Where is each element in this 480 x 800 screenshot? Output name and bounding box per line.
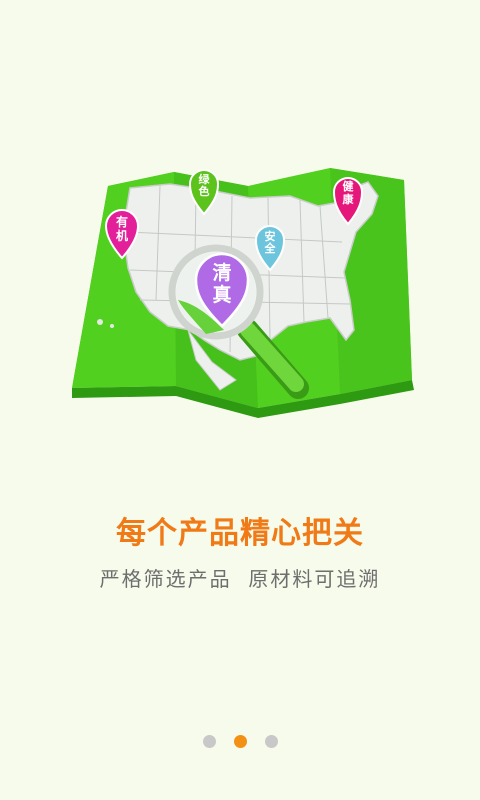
page-dot-3[interactable]: [264, 735, 278, 748]
onboarding-subtitle: 严格筛选产品 原材料可追溯: [99, 567, 381, 591]
pin-green-line2: 色: [199, 184, 210, 198]
pin-safe-line1: 安: [265, 229, 276, 243]
pin-safe-line2: 全: [264, 241, 277, 255]
usa-map-illustration: 有 机 绿 色 安 全 健 康 清 真: [72, 168, 414, 418]
pin-green-line1: 绿: [199, 172, 211, 186]
pin-halal-line1: 清: [212, 261, 231, 284]
onboarding-screen: 有 机 绿 色 安 全 健 康 清 真 每个产品精心把关 严格筛选产品 原材料可…: [0, 0, 480, 800]
pin-organic-line2: 机: [116, 228, 128, 243]
onboarding-headline: 每个产品精心把关: [116, 516, 364, 551]
pin-healthy-line1: 健: [343, 179, 355, 193]
page-indicator: [0, 735, 480, 749]
pin-healthy-line2: 康: [343, 192, 355, 206]
page-dot-1[interactable]: [202, 735, 216, 748]
pin-halal-line2: 真: [212, 283, 231, 306]
page-dot-2[interactable]: [233, 735, 247, 748]
pin-organic-line1: 有: [116, 214, 128, 229]
